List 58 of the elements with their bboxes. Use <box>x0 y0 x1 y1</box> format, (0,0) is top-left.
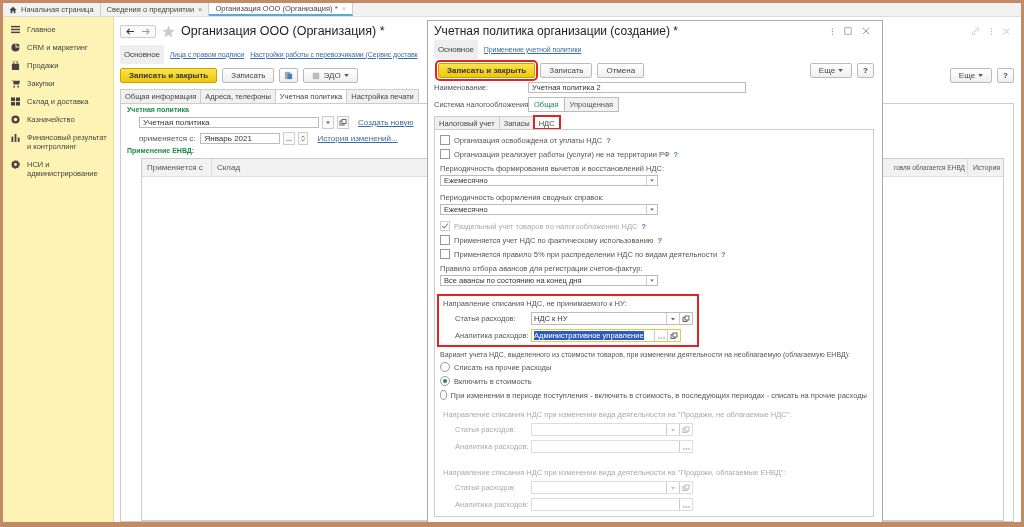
document-icon <box>312 71 321 80</box>
grid-icon <box>11 97 20 106</box>
checkbox[interactable] <box>440 235 450 245</box>
print-button[interactable] <box>279 68 299 83</box>
forward-icon[interactable] <box>141 27 150 35</box>
open-icon <box>669 330 679 341</box>
menu-icon <box>11 25 20 34</box>
link-icon[interactable] <box>971 26 980 36</box>
field-label: применяется с: <box>139 133 196 143</box>
bag-icon <box>11 61 20 70</box>
open-icon <box>681 313 691 324</box>
close-icon[interactable] <box>862 27 870 36</box>
history-link[interactable]: История изменений... <box>317 133 398 143</box>
help-button[interactable]: ? <box>857 63 874 79</box>
coin-icon <box>11 115 20 124</box>
section-link[interactable]: Основное <box>434 39 478 59</box>
section-link[interactable]: Основное <box>120 44 164 64</box>
open-button[interactable] <box>667 330 680 341</box>
navigation-buttons[interactable] <box>120 24 156 38</box>
form-button[interactable]: Записать <box>540 63 593 79</box>
form-title: Организация ООО (Организация) * <box>181 24 385 38</box>
checkbox[interactable] <box>440 149 450 159</box>
bar-chart-icon <box>11 133 20 142</box>
column-header[interactable]: Склад <box>217 163 241 172</box>
settings-icon <box>11 160 20 169</box>
edo-menu-button[interactable]: ЭДО <box>303 68 358 83</box>
home-icon <box>9 5 17 14</box>
open-icon <box>681 424 691 435</box>
caret-icon <box>838 69 844 73</box>
more-button[interactable]: Еще <box>949 68 993 83</box>
open-icon[interactable] <box>337 115 349 129</box>
checkbox[interactable] <box>440 135 450 145</box>
close-icon[interactable] <box>1003 27 1010 35</box>
more-icon[interactable] <box>990 26 993 36</box>
create-new-link[interactable]: Создать новую <box>358 117 414 127</box>
checkbox[interactable] <box>440 249 450 259</box>
maximize-icon[interactable] <box>844 27 852 36</box>
save-and-close-button[interactable]: Записать и закрыть <box>120 68 218 83</box>
policy-field[interactable]: Учетная политика <box>139 116 319 128</box>
form-button[interactable]: Отмена <box>597 63 645 79</box>
save-button[interactable]: Записать <box>222 68 275 83</box>
pie-chart-icon <box>11 43 20 52</box>
more-icon[interactable] <box>831 26 834 36</box>
document-icon <box>284 71 294 80</box>
caret-icon <box>343 74 349 77</box>
back-icon[interactable] <box>126 27 135 35</box>
spinner-icon[interactable] <box>298 131 309 145</box>
open-button[interactable] <box>679 313 692 324</box>
more-button[interactable]: Еще <box>809 63 853 79</box>
column-header[interactable]: Применяется с <box>147 163 203 172</box>
period-field[interactable]: Январь 2021 <box>200 132 281 144</box>
help-button[interactable]: ? <box>997 68 1014 83</box>
open-icon <box>681 482 691 493</box>
cart-icon <box>11 79 20 88</box>
dialog-title: Учетная политика организации (создание) * <box>434 24 678 39</box>
caret-icon <box>978 74 984 77</box>
save-and-close-button[interactable]: Записать и закрыть <box>438 63 536 79</box>
star-icon[interactable] <box>162 24 175 38</box>
